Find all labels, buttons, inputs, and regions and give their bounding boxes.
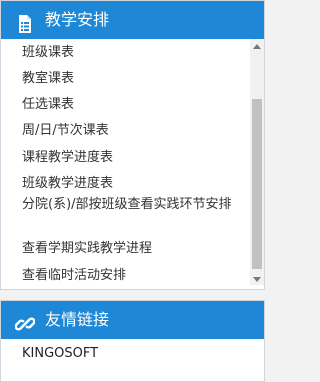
list-item-elective-timetable[interactable]: 任选课表 [22,95,246,115]
list-item-course-progress[interactable]: 课程教学进度表 [22,148,246,168]
list-item-class-timetable[interactable]: 班级课表 [22,43,246,63]
teaching-arrangement-panel: 教学安排 班级课表 教室课表 任选课表 周/日/节次课表 课程教学进度表 班级教… [0,0,265,290]
list-item-week-day-period-timetable[interactable]: 周/日/节次课表 [22,121,246,141]
vertical-scrollbar[interactable] [250,39,264,285]
list-item-semester-practice-progress[interactable]: 查看学期实践教学进程 [22,239,246,259]
triangle-up-icon[interactable] [250,39,264,53]
triangle-down-icon[interactable] [250,271,264,285]
list-item-classroom-timetable[interactable]: 教室课表 [22,69,246,89]
links-panel-header: 友情链接 [1,301,264,339]
friendly-links-panel: 友情链接 KINGOSOFT [0,300,265,382]
links-panel-title: 友情链接 [45,310,110,329]
teaching-panel-header: 教学安排 [1,1,264,39]
link-kingosoft[interactable]: KINGOSOFT [22,346,98,361]
teaching-list: 班级课表 教室课表 任选课表 周/日/节次课表 课程教学进度表 班级教学进度表 … [1,39,250,285]
list-item-temporary-activities[interactable]: 查看临时活动安排 [22,266,246,285]
list-document-icon [15,10,35,33]
chain-link-icon [14,310,36,331]
list-item-practice-by-class[interactable]: 分院(系)/部按班级查看实践环节安排 [22,195,246,215]
scrollbar-thumb[interactable] [252,99,262,269]
list-item-class-progress[interactable]: 班级教学进度表 [22,174,246,194]
teaching-panel-title: 教学安排 [45,10,110,29]
